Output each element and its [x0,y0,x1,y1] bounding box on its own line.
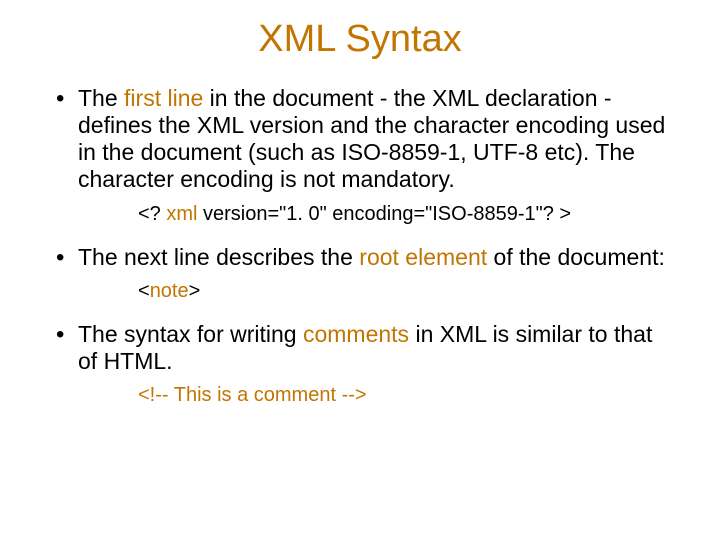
bullet-list: The first line in the document - the XML… [50,85,670,407]
text-plain: The syntax for writing [78,321,303,347]
bullet-item: The syntax for writing comments in XML i… [50,321,670,407]
text-plain: of the document: [487,244,665,270]
text-plain: The [78,85,124,111]
text-highlight: first line [124,85,203,111]
code-example: <!-- This is a comment --> [78,383,670,407]
code-example: <note> [78,279,670,303]
slide-title: XML Syntax [50,18,670,61]
bullet-text: The first line in the document - the XML… [78,85,665,192]
text-highlight: root element [359,244,487,270]
code-plain: < [138,280,150,302]
code-highlight: note [150,280,189,302]
code-plain: version="1. 0" encoding="ISO-8859-1"? > [197,203,571,225]
code-highlight: xml [166,203,197,225]
code-highlight: <!-- This is a comment --> [138,384,367,406]
bullet-text: The next line describes the root element… [78,244,665,270]
bullet-item: The next line describes the root element… [50,244,670,303]
bullet-text: The syntax for writing comments in XML i… [78,321,652,374]
bullet-item: The first line in the document - the XML… [50,85,670,226]
text-plain: The next line describes the [78,244,359,270]
code-plain: > [189,280,201,302]
text-highlight: comments [303,321,409,347]
code-plain: <? [138,203,166,225]
code-example: <? xml version="1. 0" encoding="ISO-8859… [78,202,670,226]
